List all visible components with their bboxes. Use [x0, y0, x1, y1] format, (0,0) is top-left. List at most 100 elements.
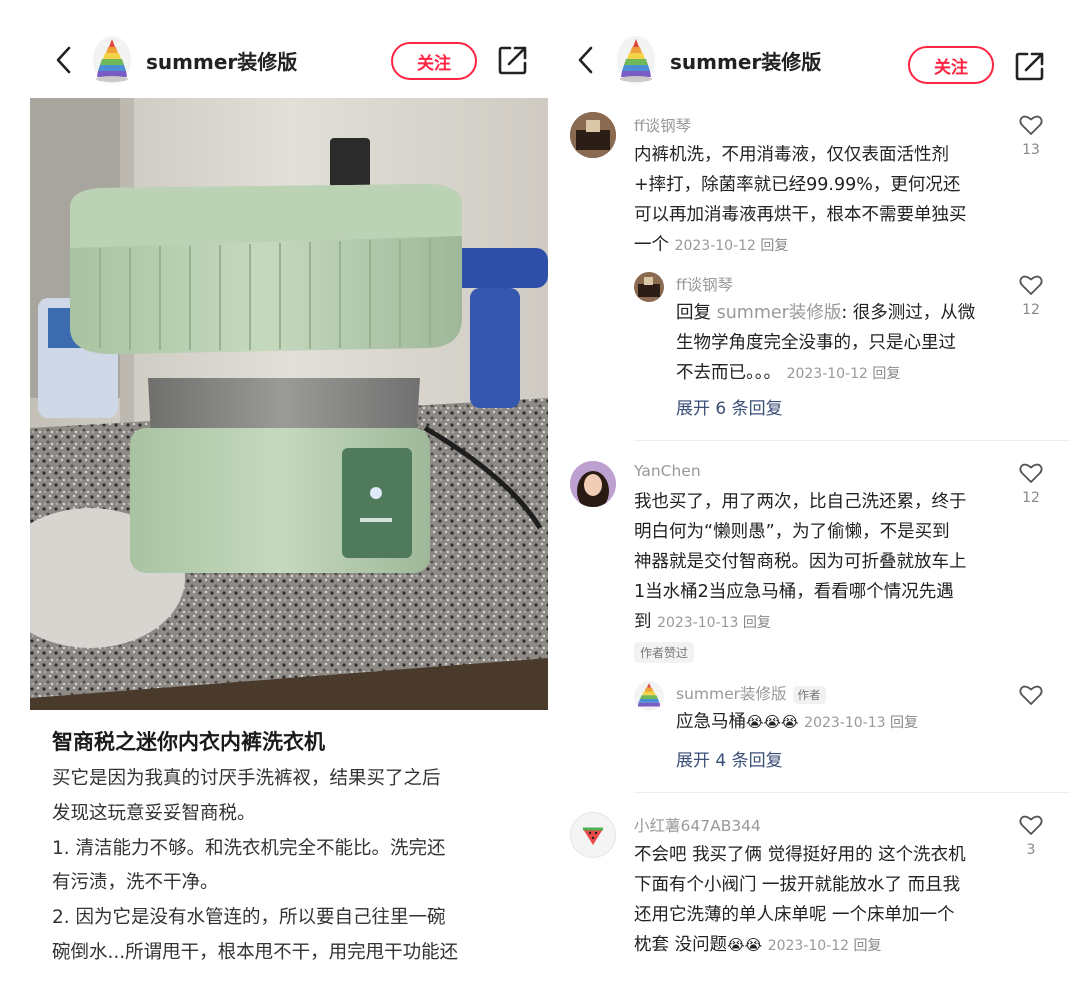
comment-meta: 2023-10-12 回复 [768, 938, 882, 954]
comment-line-last: 一个 2023-10-12 回复 [634, 230, 967, 261]
reply-line: 生物学角度完全没事的，只是心里过 [676, 333, 956, 353]
comment-text: 内裤机洗，不用消毒液，仅仅表面活性剂 +摔打，除菌率就已经99.99%，更何况还… [634, 140, 967, 261]
replier-name[interactable]: summer装修版 [676, 685, 787, 703]
author-avatar[interactable] [614, 35, 658, 85]
replier-name-row: summer装修版 作者 [676, 682, 826, 704]
comment-line: 神器就是交付智商税。因为可折叠就放车上 [634, 552, 967, 572]
reply-line-text: : 很多测过，从微 [841, 303, 976, 323]
like-button[interactable]: 12 [1016, 462, 1046, 506]
comment-line: 我也买了，用了两次，比自己洗还累，终于 [634, 492, 967, 512]
heart-outline-icon [1019, 115, 1043, 135]
follow-button[interactable]: 关注 [391, 42, 477, 80]
comment-date: 2023-10-13 [657, 615, 739, 631]
comment-line: 一个 [634, 235, 669, 255]
reply-button[interactable]: 回复 [760, 238, 788, 254]
layered-cake-avatar-icon [637, 683, 661, 707]
commenter-name[interactable]: YanChen [634, 462, 701, 480]
post-title: 智商税之迷你内衣内裤洗衣机 [52, 730, 325, 754]
comments-header: summer装修版 [572, 30, 821, 90]
comment-line-last: 到 2023-10-13 回复 [634, 607, 967, 638]
post-photo[interactable] [30, 98, 548, 710]
heart-outline-icon [1019, 275, 1043, 295]
share-icon[interactable] [1012, 48, 1048, 84]
like-button[interactable]: 13 [1016, 114, 1046, 158]
reply-meta: 2023-10-12 回复 [787, 366, 901, 382]
post-body-line: 碗倒水...所谓甩干，根本甩不干，用完甩干功能还 [52, 941, 459, 963]
back-arrow-icon [578, 46, 593, 74]
like-count: 13 [1022, 142, 1040, 158]
like-count: 12 [1022, 302, 1040, 318]
comment-text: 我也买了，用了两次，比自己洗还累，终于 明白何为“懒则愚”，为了偷懒，不是买到 … [634, 487, 967, 638]
post-body: 买它是因为我真的讨厌手洗裤衩，结果买了之后 发现这玩意妥妥智商税。 1. 清洁能… [52, 762, 532, 971]
crying-emoji-icon: 😭😭😭 [746, 713, 799, 731]
reply-avatar[interactable] [634, 272, 664, 302]
reply-avatar[interactable] [634, 681, 664, 711]
person-photo-avatar [570, 461, 616, 507]
comment-date: 2023-10-12 [674, 238, 756, 254]
comment-line-last: 枕套 没问题😭😭 2023-10-12 回复 [634, 930, 966, 961]
comment-meta: 2023-10-12 回复 [675, 238, 789, 254]
comment-line: 下面有个小阀门 一拔开就能放水了 而且我 [634, 875, 961, 895]
reply-line: 回复 summer装修版: 很多测过，从微 [676, 298, 975, 328]
comment-meta: 2023-10-13 回复 [657, 615, 771, 631]
like-count: 3 [1026, 842, 1036, 858]
back-button[interactable] [572, 40, 600, 80]
reply-button[interactable]: 回复 [872, 366, 900, 382]
comments-panel: summer装修版 关注 ff谈钢琴 内裤机洗，不用消毒液，仅仅表面活性剂 +摔… [560, 0, 1080, 1000]
author-avatar[interactable] [90, 35, 134, 85]
comment-line: 内裤机洗，不用消毒液，仅仅表面活性剂 [634, 145, 949, 165]
comment-line: 枕套 没问题 [634, 935, 728, 955]
comment-divider [634, 440, 1070, 441]
expand-replies-button[interactable]: 展开 4 条回复 [676, 746, 783, 771]
commenter-avatar[interactable] [570, 112, 616, 158]
author-name[interactable]: summer装修版 [670, 46, 821, 75]
post-body-line: 2. 因为它是没有水管连的，所以要自己往里一碗 [52, 907, 446, 929]
reply-text: 回复 summer装修版: 很多测过，从微 生物学角度完全没事的，只是心里过 不… [676, 298, 975, 389]
post-header: summer装修版 [50, 30, 297, 90]
reply-line-text: 不去而已。。。 [676, 363, 781, 383]
watermelon-avatar-icon [583, 827, 603, 845]
heart-outline-icon [1019, 463, 1043, 483]
like-button[interactable] [1016, 684, 1046, 710]
reply-line-text: 应急马桶 [676, 712, 746, 732]
reply-to-user[interactable]: summer装修版 [717, 303, 842, 323]
expand-replies-button[interactable]: 展开 6 条回复 [676, 394, 783, 419]
reply-date: 2023-10-12 [786, 366, 868, 382]
heart-outline-icon [1019, 815, 1043, 835]
layered-cake-avatar-icon [617, 36, 655, 84]
reply-button[interactable]: 回复 [743, 615, 771, 631]
commenter-name[interactable]: ff谈钢琴 [634, 114, 691, 136]
piano-photo-avatar [570, 112, 616, 158]
comment-line: 可以再加消毒液再烘干，根本不需要单独买 [634, 205, 967, 225]
comment-line: 到 [634, 612, 652, 632]
reply-prefix: 回复 [676, 303, 711, 323]
reply-date: 2023-10-13 [804, 715, 886, 731]
like-button[interactable]: 12 [1016, 274, 1046, 318]
reply-line-last: 不去而已。。。 2023-10-12 回复 [676, 358, 975, 389]
comment-line: 明白何为“懒则愚”，为了偷懒，不是买到 [634, 522, 950, 542]
post-body-line: 发现这玩意妥妥智商税。 [52, 802, 256, 824]
comment-line: 还用它洗薄的单人床单呢 一个床单加一个 [634, 905, 955, 925]
like-button[interactable]: 3 [1016, 814, 1046, 858]
heart-outline-icon [1019, 685, 1043, 705]
comment-text: 不会吧 我买了俩 觉得挺好用的 这个洗衣机 下面有个小阀门 一拔开就能放水了 而… [634, 840, 966, 961]
post-panel: summer装修版 关注 智商税之迷你内衣内裤洗衣机 买它是因为我真的讨厌手洗裤… [0, 0, 560, 1000]
comment-divider [634, 792, 1070, 793]
reply-line-last: 应急马桶😭😭😭 2023-10-13 回复 [676, 707, 918, 738]
replier-name[interactable]: ff谈钢琴 [676, 273, 733, 295]
commenter-avatar[interactable] [570, 461, 616, 507]
reply-text: 应急马桶😭😭😭 2023-10-13 回复 [676, 707, 918, 738]
reply-button[interactable]: 回复 [890, 715, 918, 731]
commenter-name[interactable]: 小红薯647AB344 [634, 814, 761, 836]
share-icon[interactable] [495, 42, 531, 78]
reply-button[interactable]: 回复 [854, 938, 882, 954]
post-body-line: 买它是因为我真的讨厌手洗裤衩，结果买了之后 [52, 768, 441, 789]
back-button[interactable] [50, 40, 78, 80]
mini-washing-machine-photo [30, 98, 548, 710]
commenter-avatar[interactable] [570, 812, 616, 858]
post-body-line: 1. 清洁能力不够。和洗衣机完全不能比。洗完还 [52, 837, 446, 859]
comment-line: 不会吧 我买了俩 觉得挺好用的 这个洗衣机 [634, 845, 966, 865]
follow-button[interactable]: 关注 [908, 46, 994, 84]
layered-cake-avatar-icon [93, 36, 131, 84]
author-name[interactable]: summer装修版 [146, 46, 297, 75]
